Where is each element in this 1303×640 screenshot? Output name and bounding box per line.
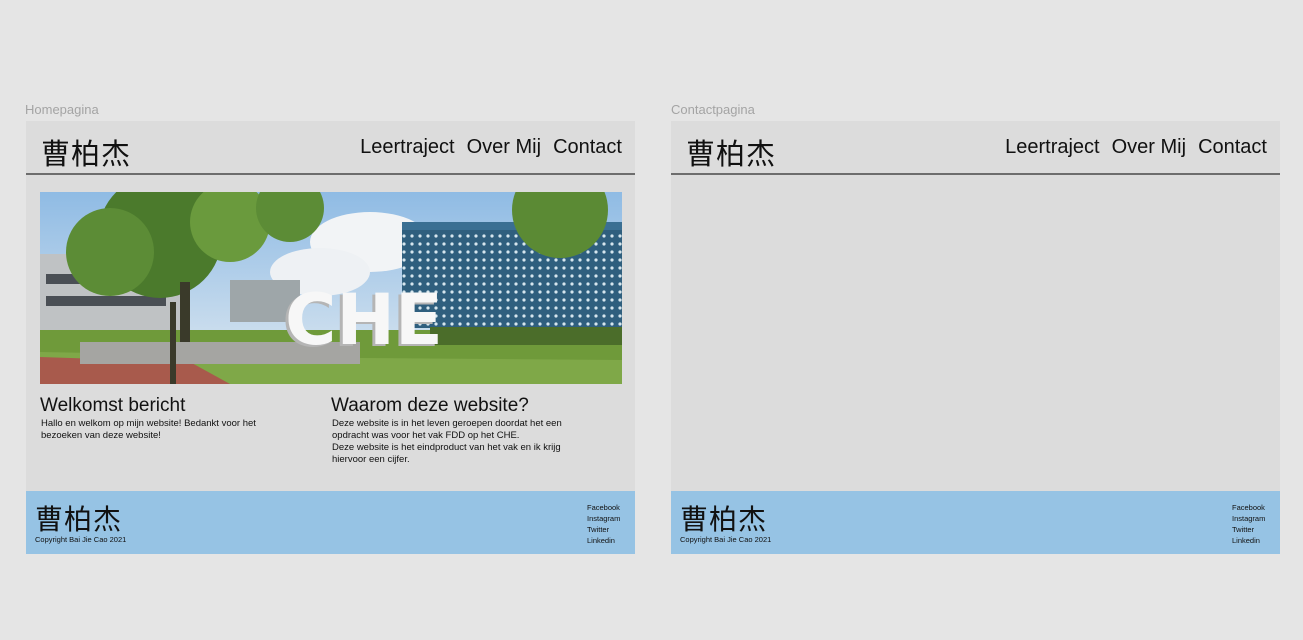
footer-link-instagram[interactable]: Instagram <box>587 513 620 524</box>
nav-over-mij[interactable]: Over Mij <box>467 136 541 159</box>
site-footer: 曹柏杰 Copyright Bai Jie Cao 2021 Facebook … <box>671 491 1280 554</box>
hero-image: CHE CHE <box>40 192 622 384</box>
footer-links: Facebook Instagram Twitter Linkedin <box>1232 502 1265 546</box>
nav-over-mij[interactable]: Over Mij <box>1112 136 1186 159</box>
footer-links: Facebook Instagram Twitter Linkedin <box>587 502 620 546</box>
contactpage-frame: 曹柏杰 Leertraject Over Mij Contact 曹柏杰 Cop… <box>671 121 1280 554</box>
why-text-1: Deze website is in het leven geroepen do… <box>332 418 562 441</box>
homepage-frame: 曹柏杰 Leertraject Over Mij Contact CHE CHE… <box>26 121 635 554</box>
why-section: Waarom deze website? Deze website is in … <box>331 395 576 466</box>
why-title: Waarom deze website? <box>331 395 529 416</box>
footer-logo: 曹柏杰 <box>35 503 123 536</box>
site-logo[interactable]: 曹柏杰 <box>686 131 776 173</box>
homepage-frame-label: Homepagina <box>25 102 99 117</box>
hero-sign: CHE <box>285 279 443 361</box>
welcome-title: Welkomst bericht <box>40 395 186 416</box>
nav-contact[interactable]: Contact <box>553 136 622 159</box>
footer-link-linkedin[interactable]: Linkedin <box>1232 535 1265 546</box>
site-header: 曹柏杰 Leertraject Over Mij Contact <box>671 121 1280 175</box>
nav-contact[interactable]: Contact <box>1198 136 1267 159</box>
main-nav: Leertraject Over Mij Contact <box>1005 136 1267 159</box>
site-logo[interactable]: 曹柏杰 <box>41 131 131 173</box>
footer-link-twitter[interactable]: Twitter <box>1232 524 1265 535</box>
footer-link-twitter[interactable]: Twitter <box>587 524 620 535</box>
contactpage-frame-label: Contactpagina <box>671 102 755 117</box>
nav-leertraject[interactable]: Leertraject <box>1005 136 1100 159</box>
welcome-text: Hallo en welkom op mijn website! Bedankt… <box>41 418 256 441</box>
welcome-section: Welkomst bericht Hallo en welkom op mijn… <box>40 395 285 442</box>
footer-link-instagram[interactable]: Instagram <box>1232 513 1265 524</box>
site-footer: 曹柏杰 Copyright Bai Jie Cao 2021 Facebook … <box>26 491 635 554</box>
footer-link-facebook[interactable]: Facebook <box>587 502 620 513</box>
site-header: 曹柏杰 Leertraject Over Mij Contact <box>26 121 635 175</box>
footer-link-linkedin[interactable]: Linkedin <box>587 535 620 546</box>
footer-copyright: Copyright Bai Jie Cao 2021 <box>35 535 127 544</box>
footer-logo: 曹柏杰 <box>680 503 768 536</box>
footer-copyright: Copyright Bai Jie Cao 2021 <box>680 535 772 544</box>
footer-link-facebook[interactable]: Facebook <box>1232 502 1265 513</box>
why-text-2: Deze website is het eindproduct van het … <box>332 442 561 465</box>
main-nav: Leertraject Over Mij Contact <box>360 136 622 159</box>
nav-leertraject[interactable]: Leertraject <box>360 136 455 159</box>
